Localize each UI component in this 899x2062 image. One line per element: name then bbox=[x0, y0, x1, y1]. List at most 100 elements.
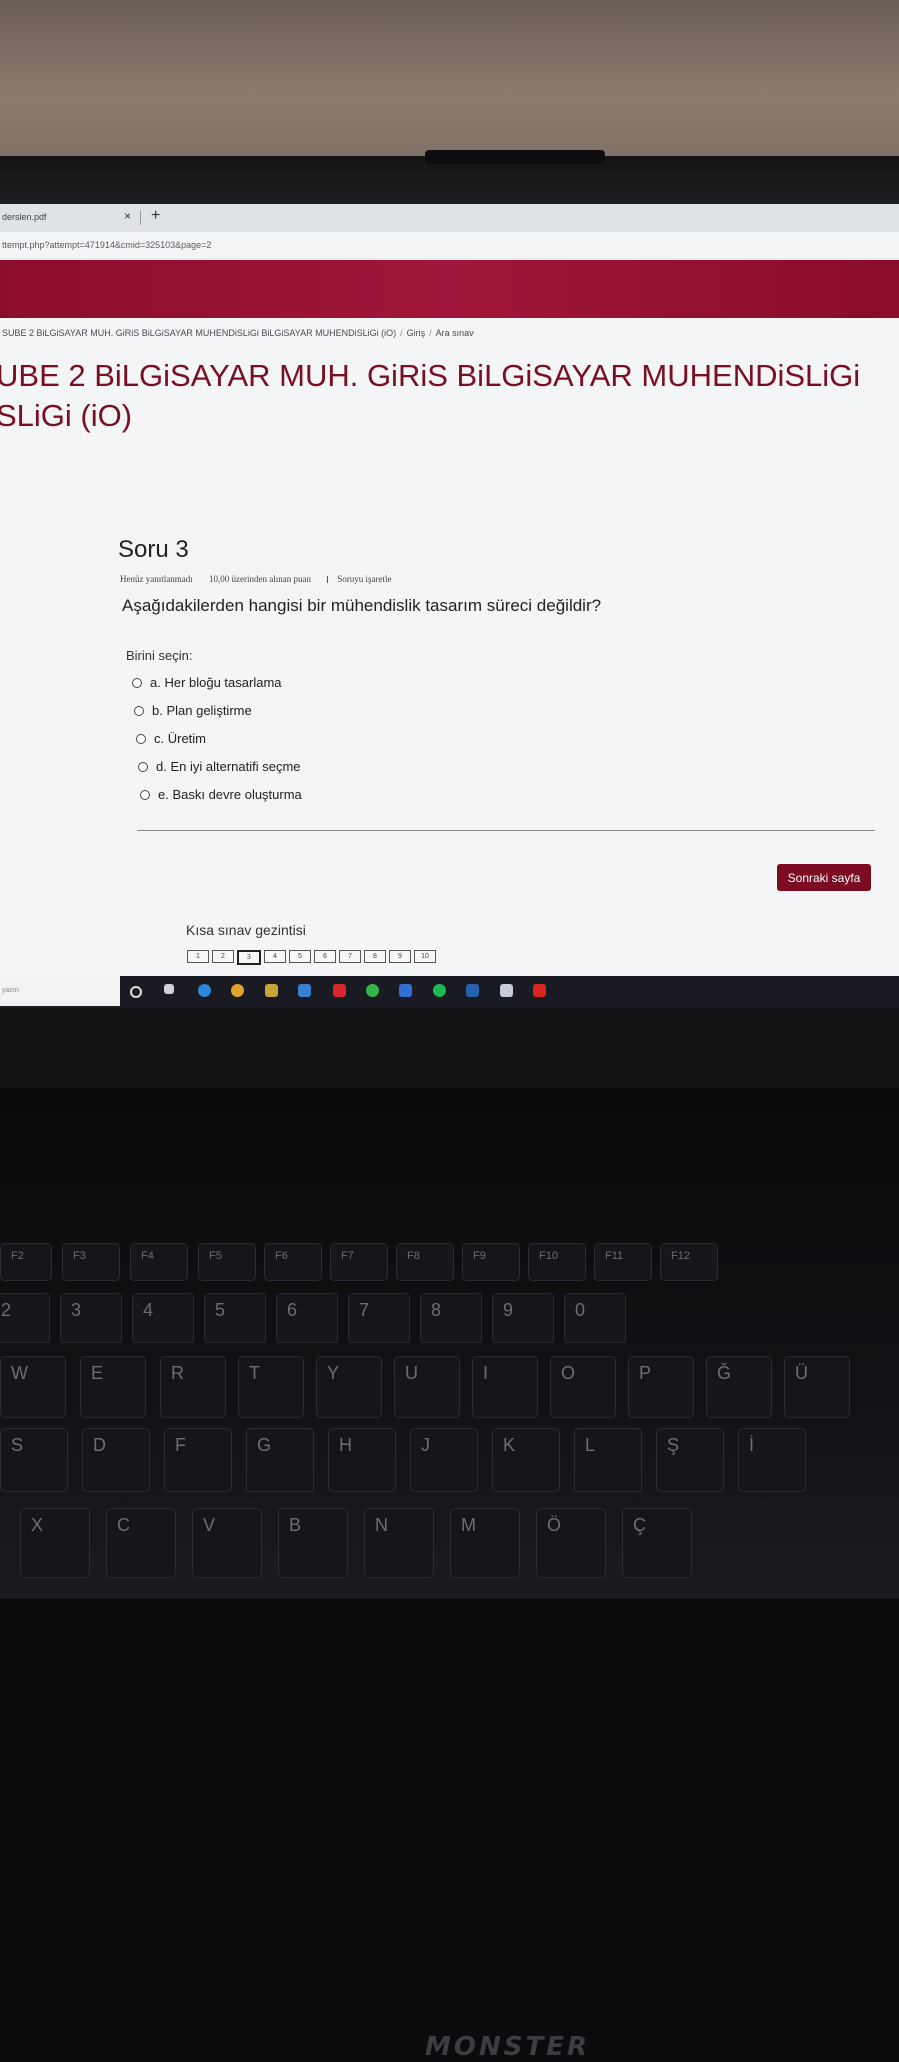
mail-icon[interactable] bbox=[298, 984, 311, 997]
question-heading: Soru 3 bbox=[118, 536, 189, 563]
radio-button[interactable] bbox=[132, 677, 142, 688]
key-o-umlaut: Ö bbox=[536, 1508, 606, 1578]
key-f6: F6 bbox=[264, 1243, 322, 1281]
flag-question-label: Soruyu işaretle bbox=[337, 574, 392, 584]
file-explorer-icon[interactable] bbox=[265, 984, 278, 997]
key-y: Y bbox=[316, 1356, 382, 1418]
question-status: Henüz yanıtlanmadı bbox=[120, 574, 193, 584]
page-content: SUBE 2 BiLGiSAYAR MUH. GiRiS BiLGiSAYAR … bbox=[0, 318, 899, 976]
key-c-cedilla: Ç bbox=[622, 1508, 692, 1578]
taskbar-search-box[interactable]: yazın bbox=[0, 976, 120, 1006]
option-label: d. En iyi alternatifi seçme bbox=[156, 759, 301, 774]
background-wall bbox=[0, 0, 899, 160]
key-h: H bbox=[328, 1428, 396, 1492]
key-f2: F2 bbox=[0, 1243, 52, 1281]
new-tab-icon[interactable]: + bbox=[151, 207, 160, 225]
key-g-breve: Ğ bbox=[706, 1356, 772, 1418]
opera-icon[interactable] bbox=[333, 984, 346, 997]
key-u: U bbox=[394, 1356, 460, 1418]
key-9: 9 bbox=[492, 1293, 554, 1343]
task-view-icon[interactable] bbox=[164, 984, 174, 994]
key-f5: F5 bbox=[198, 1243, 256, 1281]
quiz-nav-page[interactable]: 2 bbox=[212, 950, 234, 963]
question-meta: Henüz yanıtlanmadı 10,00 üzerinden alına… bbox=[120, 574, 419, 584]
key-8: 8 bbox=[420, 1293, 482, 1343]
quiz-nav-page-current[interactable]: 3 bbox=[237, 950, 261, 965]
close-tab-icon[interactable]: × bbox=[124, 209, 131, 223]
radio-button[interactable] bbox=[140, 789, 150, 800]
key-4: 4 bbox=[132, 1293, 194, 1343]
key-x: X bbox=[20, 1508, 90, 1578]
whatsapp-icon[interactable] bbox=[366, 984, 379, 997]
key-f: F bbox=[164, 1428, 232, 1492]
chrome-icon[interactable] bbox=[231, 984, 244, 997]
page-title: UBE 2 BiLGiSAYAR MUH. GiRiS BiLGiSAYAR M… bbox=[0, 356, 860, 436]
question-points: 10,00 üzerinden alınan puan bbox=[208, 574, 311, 584]
radio-button[interactable] bbox=[136, 733, 146, 744]
key-v: V bbox=[192, 1508, 262, 1578]
key-g: G bbox=[246, 1428, 314, 1492]
url-text[interactable]: ttempt.php?attempt=471914&cmid=325103&pa… bbox=[2, 240, 211, 250]
spotify-icon[interactable] bbox=[433, 984, 446, 997]
tab-title[interactable]: derslen.pdf bbox=[2, 212, 47, 222]
key-d: D bbox=[82, 1428, 150, 1492]
answer-option-e[interactable]: e. Baskı devre oluşturma bbox=[140, 787, 302, 802]
breadcrumb-course[interactable]: SUBE 2 BiLGiSAYAR MUH. GiRiS BiLGiSAYAR … bbox=[2, 328, 396, 338]
key-l: L bbox=[574, 1428, 642, 1492]
option-label: b. Plan geliştirme bbox=[152, 703, 252, 718]
answer-option-d[interactable]: d. En iyi alternatifi seçme bbox=[138, 759, 301, 774]
key-f3: F3 bbox=[62, 1243, 120, 1281]
breadcrumb: SUBE 2 BiLGiSAYAR MUH. GiRiS BiLGiSAYAR … bbox=[2, 328, 474, 338]
answer-option-c[interactable]: c. Üretim bbox=[136, 731, 206, 746]
answer-option-a[interactable]: a. Her bloğu tasarlama bbox=[132, 675, 282, 690]
breadcrumb-page[interactable]: Ara sınav bbox=[436, 328, 474, 338]
quiz-nav-page[interactable]: 1 bbox=[187, 950, 209, 963]
laptop-bottom-bezel: M O N S T ER bbox=[0, 1008, 899, 2062]
answer-option-b[interactable]: b. Plan geliştirme bbox=[134, 703, 252, 718]
quiz-nav-page[interactable]: 9 bbox=[389, 950, 411, 963]
answer-prompt: Birini seçin: bbox=[126, 648, 193, 663]
key-m: M bbox=[450, 1508, 520, 1578]
key-p: P bbox=[628, 1356, 694, 1418]
key-2: 2 bbox=[0, 1293, 50, 1343]
todo-icon[interactable] bbox=[399, 984, 412, 997]
page-title-line2: SLiGi (iO) bbox=[0, 398, 133, 433]
radio-button[interactable] bbox=[134, 705, 144, 716]
key-f10: F10 bbox=[528, 1243, 586, 1281]
key-u-umlaut: Ü bbox=[784, 1356, 850, 1418]
quiz-nav-page[interactable]: 5 bbox=[289, 950, 311, 963]
quiz-nav-page[interactable]: 6 bbox=[314, 950, 336, 963]
option-label: c. Üretim bbox=[154, 731, 206, 746]
quiz-navigation: 1 2 3 4 5 6 7 8 9 10 bbox=[187, 950, 436, 965]
search-placeholder: yazın bbox=[2, 987, 19, 994]
cortana-icon[interactable] bbox=[130, 986, 142, 998]
page-title-line1: UBE 2 BiLGiSAYAR MUH. GiRiS BiLGiSAYAR M… bbox=[0, 358, 861, 393]
quiz-nav-page[interactable]: 8 bbox=[364, 950, 386, 963]
key-s-cedilla: Ş bbox=[656, 1428, 724, 1492]
key-w: W bbox=[0, 1356, 66, 1418]
key-f4: F4 bbox=[130, 1243, 188, 1281]
quiz-nav-page[interactable]: 4 bbox=[264, 950, 286, 963]
calendar-icon[interactable] bbox=[466, 984, 479, 997]
question-text: Aşağıdakilerden hangisi bir mühendislik … bbox=[122, 596, 602, 615]
key-t: T bbox=[238, 1356, 304, 1418]
address-bar[interactable]: ttempt.php?attempt=471914&cmid=325103&pa… bbox=[0, 232, 899, 258]
breadcrumb-section[interactable]: Giriş bbox=[407, 328, 426, 338]
flag-question-link[interactable]: Soruyu işaretle bbox=[327, 574, 405, 584]
browser-tab-bar: derslen.pdf × + bbox=[0, 204, 899, 232]
edge-icon[interactable] bbox=[198, 984, 211, 997]
radio-button[interactable] bbox=[138, 761, 148, 772]
quiz-nav-page[interactable]: 7 bbox=[339, 950, 361, 963]
cube-app-icon[interactable] bbox=[500, 984, 513, 997]
key-3: 3 bbox=[60, 1293, 122, 1343]
key-r: R bbox=[160, 1356, 226, 1418]
next-page-button[interactable]: Sonraki sayfa bbox=[777, 864, 871, 891]
windows-taskbar: yazın bbox=[0, 976, 899, 1008]
key-f9: F9 bbox=[462, 1243, 520, 1281]
laptop-brand-logo: MONSTER bbox=[425, 2032, 590, 2062]
laptop-keyboard: F2 F3 F4 F5 F6 F7 F8 F9 F10 F11 F12 2 3 … bbox=[0, 1088, 899, 1599]
acrobat-icon[interactable] bbox=[533, 984, 546, 997]
quiz-nav-page[interactable]: 10 bbox=[414, 950, 436, 963]
key-f8: F8 bbox=[396, 1243, 454, 1281]
key-0: 0 bbox=[564, 1293, 626, 1343]
